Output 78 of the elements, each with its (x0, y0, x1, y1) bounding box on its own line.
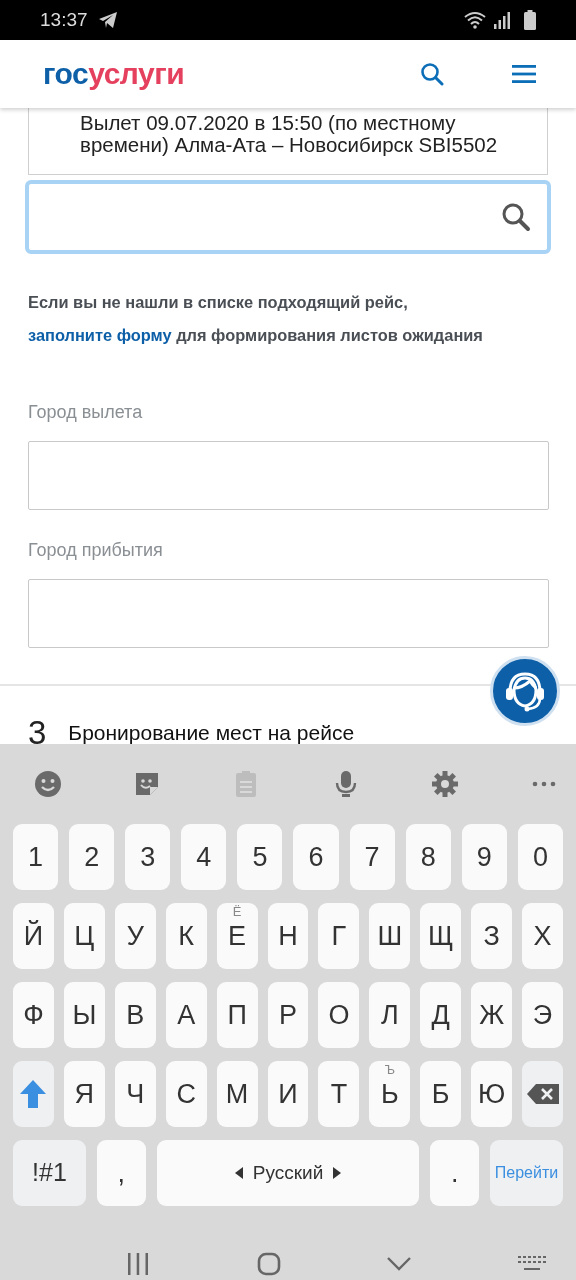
shift-arrow-icon (19, 1079, 48, 1109)
home-icon[interactable] (256, 1252, 281, 1276)
keyboard-key[interactable]: Ш (369, 903, 411, 969)
keyboard-key[interactable]: З (471, 903, 513, 969)
keyboard-key[interactable]: 1 (13, 824, 59, 890)
keyboard-key[interactable]: Ы (63, 982, 105, 1048)
key-hint: Ё (231, 905, 243, 919)
keyboard-key[interactable]: Р (267, 982, 309, 1048)
emoji-icon[interactable] (34, 770, 62, 798)
keyboard-key[interactable]: К (165, 903, 207, 969)
form-link[interactable]: заполните форму (28, 326, 172, 344)
keyboard-key[interactable]: Ъ Ь (369, 1061, 411, 1127)
keyboard-key[interactable]: , (97, 1140, 146, 1206)
keyboard-key[interactable]: У (114, 903, 156, 969)
keyboard-key[interactable]: 3 (125, 824, 171, 890)
backspace-key[interactable] (522, 1061, 563, 1127)
keyboard-key[interactable]: Э (522, 982, 563, 1048)
telegram-icon (97, 11, 118, 29)
keyboard-key[interactable]: 4 (181, 824, 227, 890)
space-key[interactable]: Русский (156, 1140, 420, 1206)
step-title: Бронирование мест на рейсе (68, 720, 355, 744)
keyboard-key[interactable]: Ф (13, 982, 54, 1048)
logo[interactable]: госуслуги (43, 59, 185, 89)
keyboard-key[interactable]: Н (267, 903, 309, 969)
symbols-key[interactable]: !#1 (13, 1140, 86, 1206)
keyboard-key[interactable]: М (216, 1061, 258, 1127)
recent-apps-icon[interactable] (126, 1253, 150, 1275)
keyboard-key[interactable]: Ц (63, 903, 105, 969)
field-label: Город вылета (28, 401, 144, 424)
keyboard-key[interactable]: Й (13, 903, 54, 969)
shift-key[interactable] (13, 1061, 54, 1127)
step-number: 3 (28, 716, 47, 744)
keyboard-key[interactable]: Х (522, 903, 563, 969)
clock: 13:37 (40, 7, 88, 32)
search-icon[interactable] (501, 202, 531, 232)
keyboard-key[interactable]: Л (369, 982, 411, 1048)
battery-icon (524, 10, 536, 30)
keyboard-key[interactable]: А (165, 982, 207, 1048)
keyboard-key[interactable]: 8 (405, 824, 451, 890)
keyboard-key[interactable]: . (430, 1140, 480, 1206)
keyboard-key[interactable]: В (114, 982, 156, 1048)
key-hint: Ъ (383, 1063, 396, 1077)
keyboard-key[interactable]: Ч (114, 1061, 156, 1127)
keyboard-icon[interactable] (517, 1256, 546, 1272)
search-icon[interactable] (420, 62, 444, 86)
input-field[interactable] (28, 441, 549, 510)
search-field[interactable] (25, 180, 551, 254)
notice-text: Если вы не нашли в списке подходящий рейс, заполните форму для формирования листов ожидания (28, 292, 484, 346)
backspace-icon (525, 1083, 560, 1105)
wifi-icon (464, 11, 486, 29)
menu-icon[interactable] (512, 64, 536, 84)
keyboard-key[interactable]: 0 (517, 824, 563, 890)
input-field[interactable] (28, 579, 549, 648)
keyboard-key[interactable]: 7 (349, 824, 395, 890)
keyboard-key[interactable]: Т (318, 1061, 360, 1127)
keyboard-key[interactable]: Ё Е (216, 903, 258, 969)
keyboard-key[interactable]: С (165, 1061, 207, 1127)
keyboard-key[interactable]: Ю (471, 1061, 513, 1127)
keyboard-key[interactable]: И (267, 1061, 309, 1127)
keyboard-key[interactable]: Д (420, 982, 462, 1048)
field-label: Город прибытия (28, 539, 164, 562)
keyboard-key[interactable]: Б (420, 1061, 462, 1127)
keyboard-key[interactable]: Г (318, 903, 360, 969)
settings-icon[interactable] (430, 770, 459, 798)
right-triangle-icon (333, 1167, 342, 1179)
keyboard-key[interactable]: О (318, 982, 360, 1048)
left-triangle-icon (234, 1167, 243, 1179)
keyboard-key[interactable]: 5 (237, 824, 283, 890)
keyboard-key[interactable]: 6 (293, 824, 339, 890)
signal-icon (494, 11, 510, 29)
keyboard-key[interactable]: Ж (471, 982, 513, 1048)
keyboard-key[interactable]: П (216, 982, 258, 1048)
keyboard-key[interactable]: Я (63, 1061, 105, 1127)
keyboard-key[interactable]: Щ (420, 903, 462, 969)
keyboard-key[interactable]: 9 (461, 824, 507, 890)
chevron-down-icon[interactable] (387, 1257, 412, 1271)
keyboard-key[interactable]: 2 (69, 824, 115, 890)
flight-option[interactable]: Вылет 09.07.2020 в 15:50 (по местному времени) Алма-Ата – Новосибирск SBI5502 (28, 108, 548, 175)
